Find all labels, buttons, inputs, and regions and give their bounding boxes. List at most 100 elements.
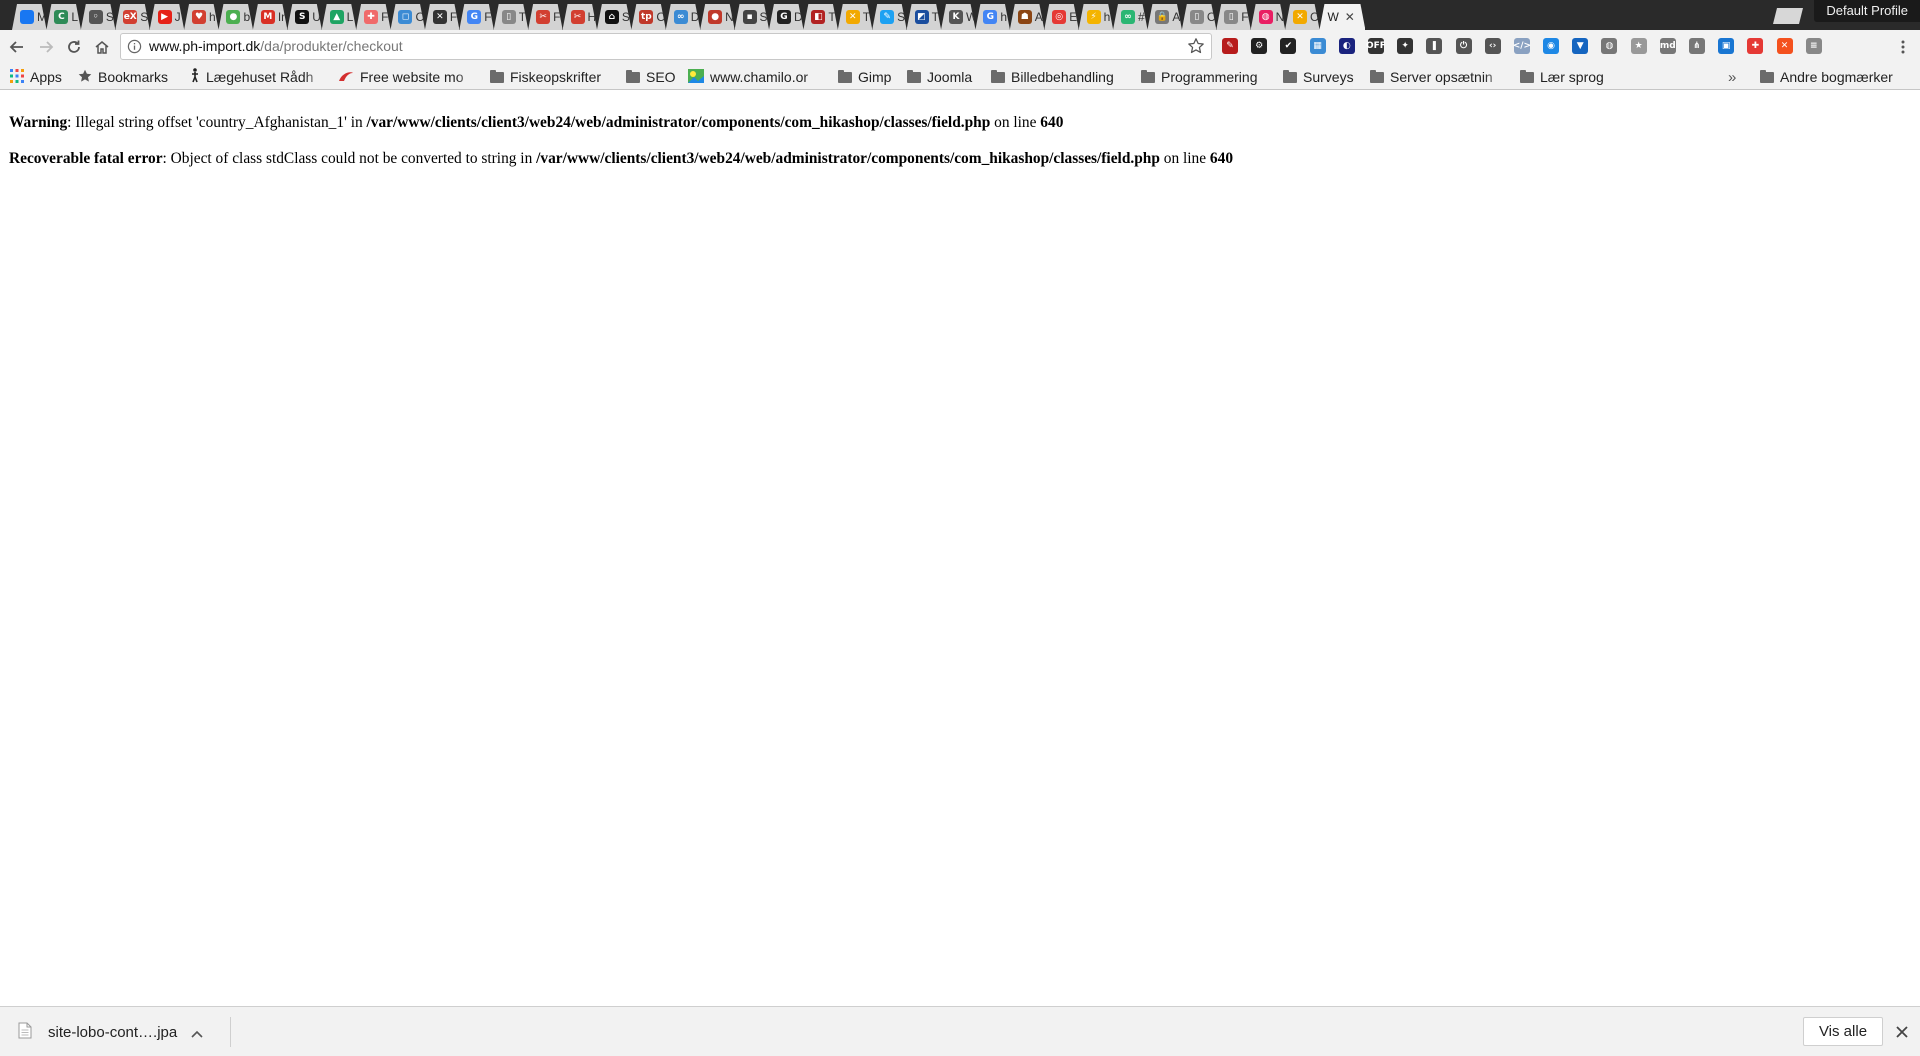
bookmark-free-website[interactable]: Free website mo [338,68,478,86]
bookmark-server[interactable]: Server opsætnin [1370,68,1506,86]
browser-tab[interactable]: ◩ T [907,4,942,30]
bookmark-label: Billedbehandling [1011,69,1114,85]
lifebuoy-ext-icon[interactable]: ✚ [1747,38,1764,54]
browser-tab[interactable]: ∞ # [1113,4,1148,30]
browser-tab[interactable]: ◦ S [81,4,116,30]
download-item[interactable]: site-lobo-cont….jpa [18,1019,203,1045]
settings-ext-icon[interactable]: ⚙ [1251,38,1268,54]
calendar-ext-icon[interactable]: ▦ [1309,38,1326,54]
other-bookmarks[interactable]: Andre bogmærker [1760,68,1910,86]
browser-menu-button[interactable] [1892,36,1914,58]
off-ext-icon[interactable]: OFF [1366,38,1386,54]
browser-tab[interactable]: KW [941,4,976,30]
bookmark-label: Andre bogmærker [1780,69,1893,85]
browser-tab[interactable]: ☗ A [1010,4,1045,30]
browser-tab[interactable]: ⚡ h [1079,4,1114,30]
bookmark-chamilo[interactable]: www.chamilo.or [688,68,826,86]
chevron-up-icon[interactable] [191,1023,203,1042]
browser-tab[interactable]: ✚ F [356,4,391,30]
puzzle-ext-icon[interactable]: ✦ [1397,38,1414,54]
page-content: Warning: Illegal string offset 'country_… [9,114,1233,186]
new-tab-button[interactable] [1773,8,1803,24]
reload-button[interactable] [63,36,85,58]
checklist-ext-icon[interactable]: ✔ [1280,38,1297,54]
browser-tab[interactable]: ▪ S [735,4,770,30]
tree-ext-icon[interactable]: ⋔ [1689,38,1705,54]
browser-tab[interactable]: M [12,4,47,30]
bookmarks-overflow-chevron[interactable]: » [1728,68,1740,86]
browser-tab[interactable]: ▯ T [494,4,529,30]
browser-tab[interactable]: ✕ F [425,4,460,30]
site-info-icon[interactable] [127,39,142,58]
bookmark-label: Lægehuset Rådh [206,69,314,85]
md-ext-icon[interactable]: md [1659,38,1676,54]
eyedropper-ext-icon[interactable]: ✎ [1222,38,1238,54]
window-ext-icon[interactable]: ▣ [1718,38,1735,54]
browser-tab[interactable]: ♥ h [184,4,219,30]
browser-tab[interactable]: ✎ S [872,4,907,30]
browser-tab[interactable]: ▲ L [322,4,357,30]
browser-tab[interactable]: SU [287,4,322,30]
browser-tab[interactable]: ● N [700,4,735,30]
bookmark-laegehuset[interactable]: Lægehuset Rådh [190,68,326,86]
bookmark-joomla[interactable]: Joomla [907,68,981,86]
joomla-ext-icon[interactable]: ✕ [1776,38,1793,54]
address-bar[interactable]: www.ph-import.dk/da/produkter/checkout [120,33,1212,60]
active-browser-tab[interactable]: W ✕ [1319,4,1365,30]
browser-tab[interactable]: ◻ C [390,4,425,30]
menu-dots-icon [1901,40,1905,54]
bookmark-seo[interactable]: SEO [626,68,678,86]
close-shelf-icon[interactable] [1895,1024,1909,1043]
browser-tab[interactable]: Gh [975,4,1010,30]
browser-tab[interactable]: GD [769,4,804,30]
error-line-number: 640 [1209,150,1234,167]
html-ext-icon[interactable]: </> [1513,38,1531,54]
browser-tab[interactable]: tp C [631,4,666,30]
bookmark-fiskeopskrifter[interactable]: Fiskeopskrifter [490,68,620,86]
code-ext-icon[interactable]: ‹› [1484,38,1501,54]
shield-ext-icon[interactable]: ▼ [1572,38,1589,54]
browser-tab[interactable]: ◎ E [1044,4,1079,30]
browser-tab[interactable]: ✂ F [528,4,563,30]
bookmark-laer-sprog[interactable]: Lær sprog [1520,68,1612,86]
browser-tab[interactable]: ▯ F [1216,4,1251,30]
browser-tab[interactable]: M In [253,4,288,30]
bookmark-ext-icon[interactable]: ❚ [1426,38,1443,54]
browser-tab[interactable]: ● b [218,4,253,30]
browser-tab[interactable]: ∞ D [666,4,701,30]
browser-tab[interactable]: GF [459,4,494,30]
browser-tab[interactable]: ✕ T [838,4,873,30]
browser-tab[interactable]: 🔒 A [1147,4,1182,30]
filter-ext-icon[interactable]: ≡ [1805,38,1822,54]
power-ext-icon[interactable]: ⏻ [1455,38,1472,54]
bookmark-bookmarks[interactable]: Bookmarks [78,68,182,86]
browser-tab[interactable]: ◧ T [803,4,838,30]
bookmark-surveys[interactable]: Surveys [1283,68,1361,86]
browser-tab[interactable]: ✕ C [1285,4,1320,30]
ring-ext-icon[interactable]: ◉ [1543,38,1560,54]
tab-title: N [1275,10,1285,24]
show-all-downloads-button[interactable]: Vis alle [1803,1017,1883,1046]
tab-close-icon[interactable]: ✕ [1345,10,1355,24]
bookmark-label: Surveys [1303,69,1354,85]
browser-tab[interactable]: CL [46,4,81,30]
profile-button[interactable]: Default Profile [1814,0,1920,22]
bookmark-billedbehandling[interactable]: Billedbehandling [991,68,1131,86]
back-button[interactable] [6,36,28,58]
url-text[interactable]: www.ph-import.dk/da/produkter/checkout [149,38,403,54]
browser-tab[interactable]: ◍ N [1251,4,1286,30]
globe-ext-icon[interactable]: ◍ [1601,38,1618,54]
browser-tab[interactable]: eX S [115,4,150,30]
bookmark-gimp[interactable]: Gimp [838,68,894,86]
forward-button[interactable] [35,36,57,58]
bookmark-star-icon[interactable] [1187,37,1205,59]
bookmark-programmering[interactable]: Programmering [1141,68,1271,86]
astronomy-ext-icon[interactable]: ◐ [1338,38,1355,54]
browser-tab[interactable]: ⌂ S [597,4,632,30]
bookmark-apps[interactable]: Apps [10,68,72,86]
browser-tab[interactable]: ▶ J [150,4,185,30]
star-ext-icon[interactable]: ★ [1630,38,1647,54]
home-button[interactable] [91,36,113,58]
browser-tab[interactable]: ▯ C [1182,4,1217,30]
browser-tab[interactable]: ✂ H [563,4,598,30]
